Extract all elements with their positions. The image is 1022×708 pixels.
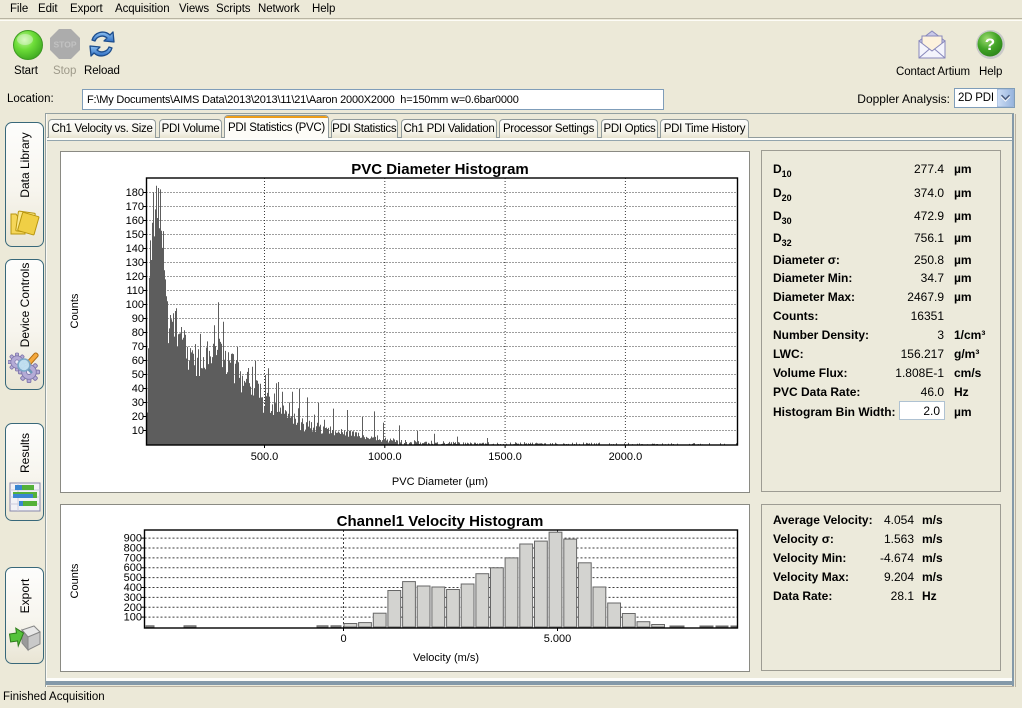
svg-text:60: 60 <box>132 355 144 367</box>
svg-text:160: 160 <box>126 215 144 227</box>
svg-text:PVC Diameter (µm): PVC Diameter (µm) <box>392 476 488 488</box>
svg-text:Counts: Counts <box>69 563 81 598</box>
svg-text:Channel1 Velocity Histogram: Channel1 Velocity Histogram <box>337 513 544 530</box>
svg-text:1000.0: 1000.0 <box>368 451 402 463</box>
svg-text:PVC Diameter Histogram: PVC Diameter Histogram <box>351 161 529 178</box>
svg-text:50: 50 <box>132 369 144 381</box>
svg-text:80: 80 <box>132 327 144 339</box>
svg-text:Velocity (m/s): Velocity (m/s) <box>413 652 479 664</box>
svg-text:0: 0 <box>340 633 346 645</box>
svg-text:140: 140 <box>126 243 144 255</box>
svg-text:170: 170 <box>126 201 144 213</box>
svg-text:150: 150 <box>126 229 144 241</box>
svg-text:180: 180 <box>126 187 144 199</box>
svg-text:40: 40 <box>132 383 144 395</box>
svg-text:90: 90 <box>132 313 144 325</box>
svg-text:STOP: STOP <box>54 40 77 50</box>
svg-text:900: 900 <box>124 533 142 545</box>
svg-text:500.0: 500.0 <box>251 451 279 463</box>
svg-text:130: 130 <box>126 257 144 269</box>
svg-text:100: 100 <box>126 299 144 311</box>
svg-text:?: ? <box>985 35 995 54</box>
svg-text:10: 10 <box>132 425 144 437</box>
svg-text:20: 20 <box>132 411 144 423</box>
svg-text:110: 110 <box>126 285 144 297</box>
svg-text:30: 30 <box>132 397 144 409</box>
svg-text:70: 70 <box>132 341 144 353</box>
svg-text:120: 120 <box>126 271 144 283</box>
svg-text:1500.0: 1500.0 <box>488 451 522 463</box>
svg-text:5.000: 5.000 <box>544 633 572 645</box>
svg-text:Counts: Counts <box>69 293 81 328</box>
svg-text:2000.0: 2000.0 <box>609 451 643 463</box>
